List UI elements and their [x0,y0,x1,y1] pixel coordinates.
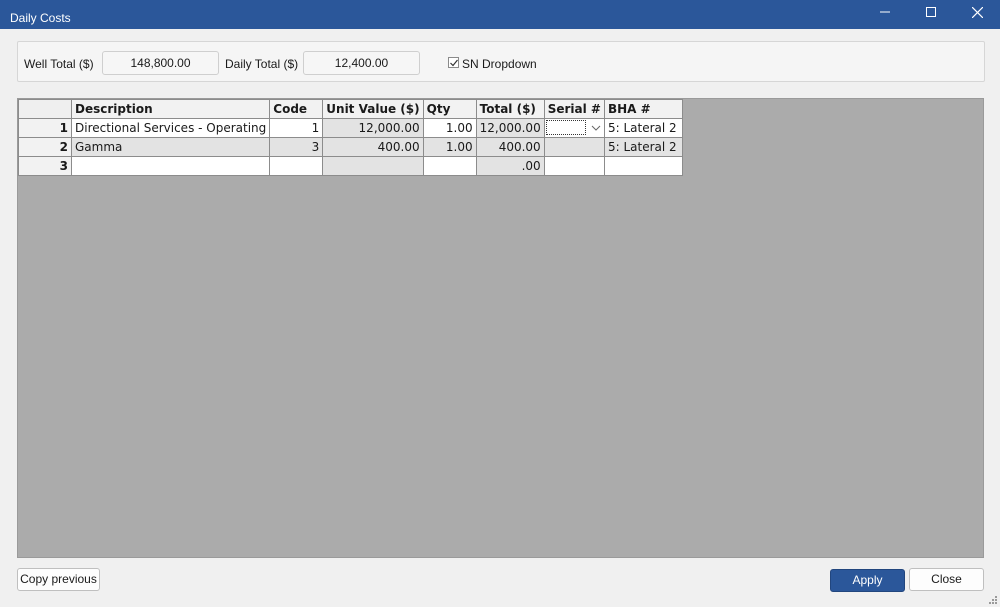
row-number[interactable]: 1 [18,118,72,138]
column-header-code[interactable]: Code [269,99,324,119]
serial-dropdown[interactable] [545,120,586,135]
unit-value-cell[interactable] [322,156,424,176]
sn-dropdown-checkbox[interactable] [448,57,459,68]
costs-grid: Description Code Unit Value ($) Qty Tota… [18,99,683,176]
maximize-button[interactable] [908,0,954,24]
bha-cell[interactable] [603,156,683,176]
qty-cell[interactable] [422,156,477,176]
description-cell[interactable]: Gamma [70,137,271,157]
total-cell: 400.00 [475,137,545,157]
column-header-unit-value[interactable]: Unit Value ($) [322,99,424,119]
well-total-label: Well Total ($) [24,57,94,71]
minimize-icon [880,11,890,13]
close-icon [971,6,983,18]
column-header-serial[interactable]: Serial # [543,99,605,119]
chevron-down-icon[interactable] [590,122,602,134]
row-number[interactable]: 3 [18,156,72,176]
total-cell: .00 [475,156,545,176]
qty-cell[interactable]: 1.00 [422,118,477,138]
checkmark-icon [450,59,458,67]
apply-button[interactable]: Apply [830,569,905,592]
description-cell[interactable] [70,156,271,176]
table-row: 2 Gamma 3 400.00 1.00 400.00 5: Lateral … [18,137,683,157]
column-header-bha[interactable]: BHA # [603,99,683,119]
qty-cell[interactable]: 1.00 [422,137,477,157]
bha-cell[interactable]: 5: Lateral 2 [603,118,683,138]
close-button[interactable]: Close [909,568,984,591]
resize-grip-icon[interactable] [988,595,998,605]
daily-total-field[interactable]: 12,400.00 [303,51,420,75]
code-cell[interactable]: 3 [269,137,324,157]
totals-panel: Well Total ($) 148,800.00 Daily Total ($… [17,41,985,82]
well-total-field[interactable]: 148,800.00 [102,51,219,75]
unit-value-cell[interactable]: 400.00 [322,137,424,157]
code-cell[interactable] [269,156,324,176]
code-cell[interactable]: 1 [269,118,324,138]
serial-cell[interactable] [543,156,605,176]
costs-grid-area: Description Code Unit Value ($) Qty Tota… [17,98,984,558]
maximize-icon [926,7,936,17]
minimize-button[interactable] [862,0,908,24]
unit-value-cell[interactable]: 12,000.00 [322,118,424,138]
bha-cell[interactable]: 5: Lateral 2 [603,137,683,157]
close-window-button[interactable] [954,0,1000,24]
column-header-total[interactable]: Total ($) [475,99,545,119]
copy-previous-button[interactable]: Copy previous [17,568,100,591]
serial-cell[interactable] [543,137,605,157]
window-title: Daily Costs [10,11,71,25]
serial-cell[interactable] [543,118,605,138]
column-header-qty[interactable]: Qty [422,99,477,119]
sn-dropdown-label[interactable]: SN Dropdown [462,57,537,71]
column-header-description[interactable]: Description [70,99,271,119]
daily-total-label: Daily Total ($) [225,57,299,71]
row-number[interactable]: 2 [18,137,72,157]
grid-corner [18,99,72,119]
total-cell: 12,000.00 [475,118,545,138]
table-row: 3 .00 [18,156,683,176]
title-bar: Daily Costs [0,0,1000,29]
grid-header-row: Description Code Unit Value ($) Qty Tota… [18,99,683,119]
table-row: 1 Directional Services - Operating 1 12,… [18,118,683,138]
description-cell[interactable]: Directional Services - Operating [70,118,271,138]
